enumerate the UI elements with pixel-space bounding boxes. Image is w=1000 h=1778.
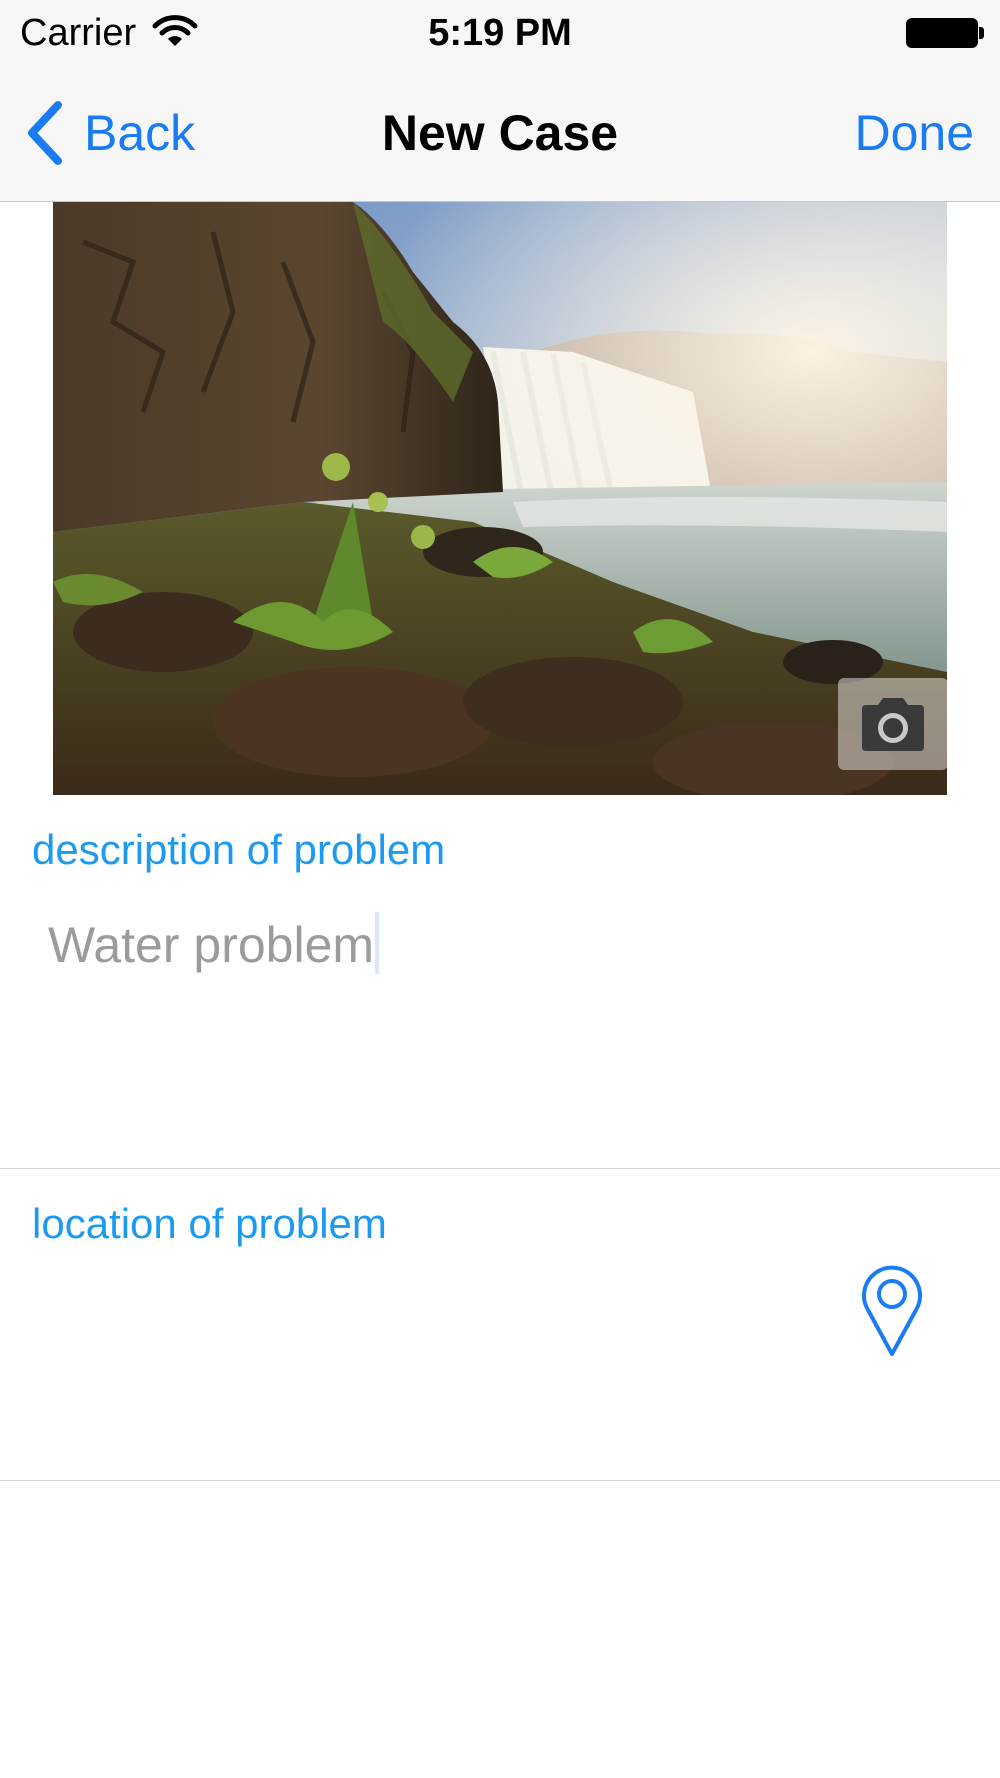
camera-icon xyxy=(862,698,924,751)
divider xyxy=(0,1480,1000,1481)
battery-tip xyxy=(979,27,984,39)
status-time: 5:19 PM xyxy=(428,12,572,54)
page-title: New Case xyxy=(381,105,619,161)
case-photo xyxy=(53,202,947,795)
location-label: location of problem xyxy=(32,1200,387,1247)
battery-icon xyxy=(906,18,978,48)
done-button[interactable]: Done xyxy=(854,104,974,162)
status-bar: Carrier 5:19 PM xyxy=(0,0,1000,66)
navigation-bar: Back New Case Done xyxy=(0,66,1000,202)
text-cursor xyxy=(375,912,380,974)
description-value: Water problem xyxy=(48,917,375,973)
map-pin-icon xyxy=(862,1265,922,1356)
divider xyxy=(0,1168,1000,1169)
description-text-area[interactable]: Water problem xyxy=(48,912,948,1172)
location-pin-button[interactable] xyxy=(860,1262,924,1358)
camera-button[interactable] xyxy=(838,678,948,770)
description-label: description of problem xyxy=(32,826,446,873)
